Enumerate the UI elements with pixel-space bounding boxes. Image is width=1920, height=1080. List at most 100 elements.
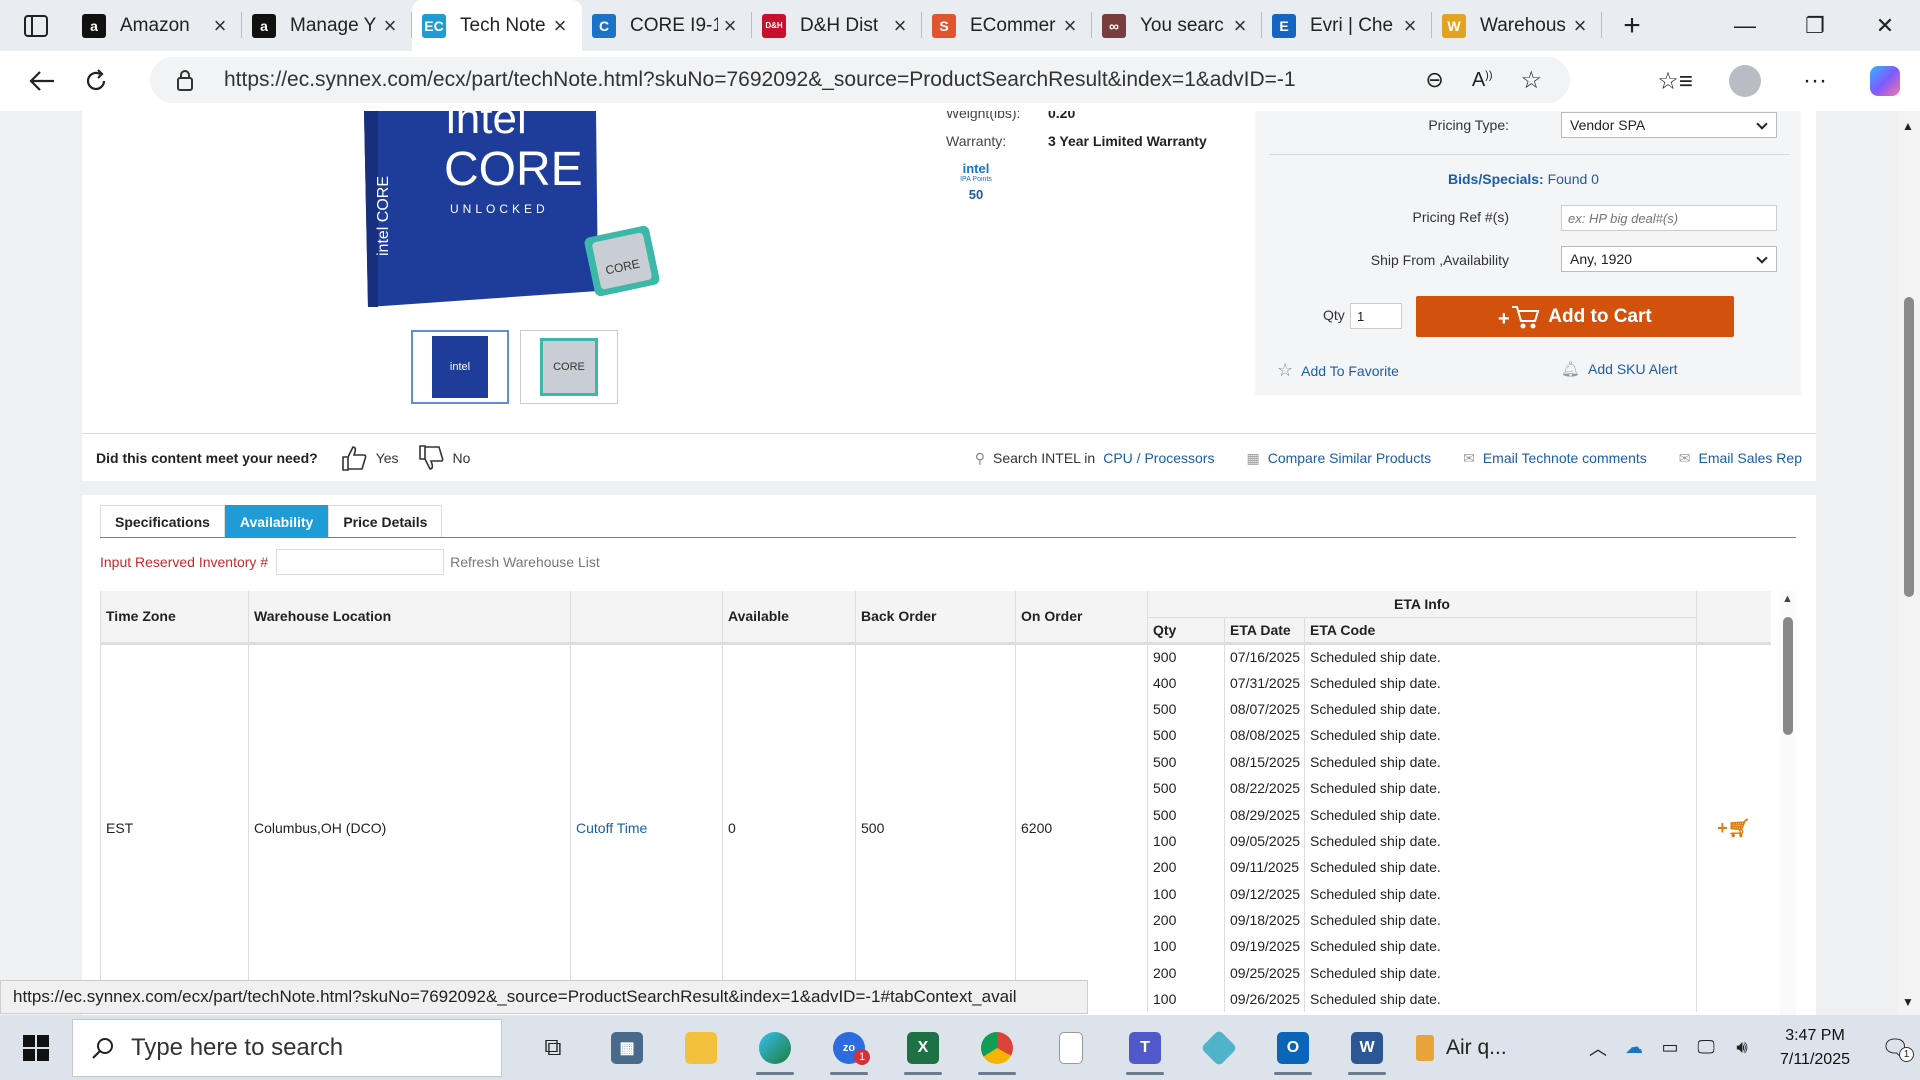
close-tab-icon[interactable]: × (208, 13, 232, 39)
browser-tab[interactable]: C CORE I9-1 × (582, 0, 752, 51)
address-bar[interactable]: https://ec.synnex.com/ecx/part/techNote.… (150, 57, 1570, 103)
teams-app[interactable]: T (1108, 1019, 1182, 1077)
scroll-up-icon[interactable]: ▲ (1782, 593, 1793, 605)
pricing-ref-input[interactable] (1561, 205, 1777, 231)
email-comments-link[interactable]: ✉ Email Technote comments (1463, 450, 1647, 467)
close-tab-icon[interactable]: × (1228, 13, 1252, 39)
outlook-app[interactable]: O (1256, 1019, 1330, 1077)
scroll-up-icon[interactable]: ▲ (1902, 119, 1914, 133)
close-tab-icon[interactable]: × (1398, 13, 1422, 39)
favorite-star-icon[interactable]: ☆ (1520, 66, 1542, 95)
search-category-link[interactable]: ⚲ Search INTEL in CPU / Processors (975, 450, 1215, 467)
browser-tab[interactable]: ∞ You searc × (1092, 0, 1262, 51)
eta-code-link[interactable]: Scheduled ship date. (1303, 854, 1697, 881)
calculator-app[interactable]: ▦ (590, 1019, 664, 1077)
close-tab-icon[interactable]: × (378, 13, 402, 39)
browser-tab[interactable]: a Manage Y × (242, 0, 412, 51)
close-tab-icon[interactable]: × (548, 13, 572, 39)
eta-code-link[interactable]: Scheduled ship date. (1303, 933, 1697, 960)
network-icon[interactable]: 🖵︎ (1688, 1037, 1724, 1058)
page-scroll-thumb[interactable] (1904, 297, 1914, 597)
feedback-no-button[interactable]: No (417, 444, 470, 472)
add-to-favorite-link[interactable]: ☆ Add To Favorite (1277, 360, 1399, 381)
eta-code-link[interactable]: Scheduled ship date. (1303, 748, 1697, 775)
eta-code-link[interactable]: Scheduled ship date. (1303, 880, 1697, 907)
browser-tab[interactable]: E Evri | Che × (1262, 0, 1432, 51)
eta-code-link[interactable]: Scheduled ship date. (1303, 959, 1697, 987)
notepad-app[interactable] (1034, 1019, 1108, 1077)
start-button[interactable] (0, 1034, 72, 1061)
zoom-app[interactable]: zo 1 (812, 1019, 886, 1077)
product-thumbnail-1[interactable]: intel (411, 330, 509, 404)
taskbar-search[interactable]: Type here to search (72, 1018, 502, 1077)
file-explorer-app[interactable] (664, 1019, 738, 1077)
word-app[interactable]: W (1330, 1019, 1404, 1077)
onedrive-cloud-icon[interactable]: ☁ (1616, 1037, 1652, 1058)
eta-code-link[interactable]: Scheduled ship date. (1303, 643, 1697, 670)
eta-code-link[interactable]: Scheduled ship date. (1303, 906, 1697, 934)
eta-code-link[interactable]: Scheduled ship date. (1303, 986, 1697, 1013)
chrome-app[interactable] (960, 1019, 1034, 1077)
browser-tab[interactable]: S ECommer × (922, 0, 1092, 51)
close-window-button[interactable]: ✕ (1850, 0, 1920, 51)
excel-app[interactable]: X (886, 1019, 960, 1077)
table-scrollbar[interactable]: ▲ (1780, 591, 1796, 1015)
browser-tab[interactable]: D&H D&H Dist × (752, 0, 922, 51)
eta-code-link[interactable]: Scheduled ship date. (1303, 801, 1697, 828)
weather-widget[interactable]: Air q... (1416, 1034, 1507, 1061)
eta-code-link[interactable]: Scheduled ship date. (1303, 774, 1697, 802)
minimize-button[interactable]: — (1710, 0, 1780, 51)
product-image[interactable]: intel CORE intel CORE UNLOCKED CORE (364, 111, 664, 307)
pricing-type-select[interactable]: Vendor SPA (1561, 112, 1777, 138)
tab-actions-button[interactable] (0, 0, 72, 51)
browser-tab[interactable]: W Warehous × (1432, 0, 1602, 51)
close-tab-icon[interactable]: × (1058, 13, 1082, 39)
task-view-button[interactable]: ⧉ (516, 1019, 590, 1077)
ship-from-select[interactable]: Any, 1920 (1561, 246, 1777, 272)
eta-code-link[interactable]: Scheduled ship date. (1303, 669, 1697, 696)
battery-icon[interactable]: ▭ (1652, 1037, 1688, 1058)
tab-availability[interactable]: Availability (224, 505, 329, 537)
product-thumbnail-2[interactable]: CORE (520, 330, 618, 404)
eta-code-link[interactable]: Scheduled ship date. (1303, 827, 1697, 855)
email-sales-rep-link[interactable]: ✉ Email Sales Rep (1679, 450, 1802, 467)
add-sku-alert-link[interactable]: 🔔︎ Add SKU Alert (1561, 360, 1678, 378)
browser-tab[interactable]: a Amazon × (72, 0, 242, 51)
zoom-out-icon[interactable]: ⊖ (1425, 67, 1443, 93)
scroll-down-icon[interactable]: ▼ (1902, 995, 1914, 1009)
app-diamond[interactable] (1182, 1019, 1256, 1077)
add-to-cart-button[interactable]: + Add to Cart (1416, 296, 1734, 337)
restore-button[interactable]: ❐ (1780, 0, 1850, 51)
page-scrollbar[interactable]: ▲ ▼ (1898, 111, 1920, 1015)
close-tab-icon[interactable]: × (718, 13, 742, 39)
reserve-inventory-input[interactable] (276, 549, 445, 575)
browser-tab[interactable]: EC Tech Note × (412, 0, 582, 51)
eta-code-link[interactable]: Scheduled ship date. (1303, 722, 1697, 749)
refresh-warehouse-link[interactable]: Refresh Warehouse List (450, 554, 600, 570)
compare-products-link[interactable]: ▦ Compare Similar Products (1246, 450, 1431, 467)
feedback-yes-button[interactable]: Yes (340, 444, 399, 472)
notification-center-icon[interactable]: 🗨︎ 1 (1870, 1035, 1920, 1062)
edge-app[interactable] (738, 1019, 812, 1077)
back-button[interactable] (22, 61, 62, 101)
read-aloud-icon[interactable]: A)) (1472, 69, 1493, 92)
more-menu-icon[interactable]: ··· (1780, 67, 1850, 95)
bids-value-link[interactable]: Found 0 (1548, 171, 1599, 187)
favorites-list-icon[interactable]: ☆≡ (1640, 67, 1710, 96)
table-scroll-thumb[interactable] (1783, 617, 1793, 735)
chevron-up-icon[interactable]: ︿ (1580, 1035, 1616, 1061)
close-tab-icon[interactable]: × (1568, 13, 1592, 39)
system-clock[interactable]: 3:47 PM 7/11/2025 (1780, 1024, 1850, 1072)
tab-specifications[interactable]: Specifications (100, 505, 225, 537)
refresh-button[interactable] (76, 61, 116, 101)
copilot-icon[interactable] (1850, 66, 1920, 96)
cutoff-time-link[interactable]: Cutoff Time (570, 643, 723, 1013)
qty-input[interactable]: 1 (1350, 303, 1402, 329)
volume-icon[interactable]: 🔊︎ (1724, 1037, 1760, 1058)
eta-code-link[interactable]: Scheduled ship date. (1303, 695, 1697, 723)
tab-price-details[interactable]: Price Details (328, 505, 443, 537)
close-tab-icon[interactable]: × (888, 13, 912, 39)
add-to-cart-icon[interactable]: +🛒︎ (1717, 818, 1750, 838)
new-tab-button[interactable]: + (1602, 0, 1662, 51)
profile-avatar[interactable] (1710, 65, 1780, 97)
